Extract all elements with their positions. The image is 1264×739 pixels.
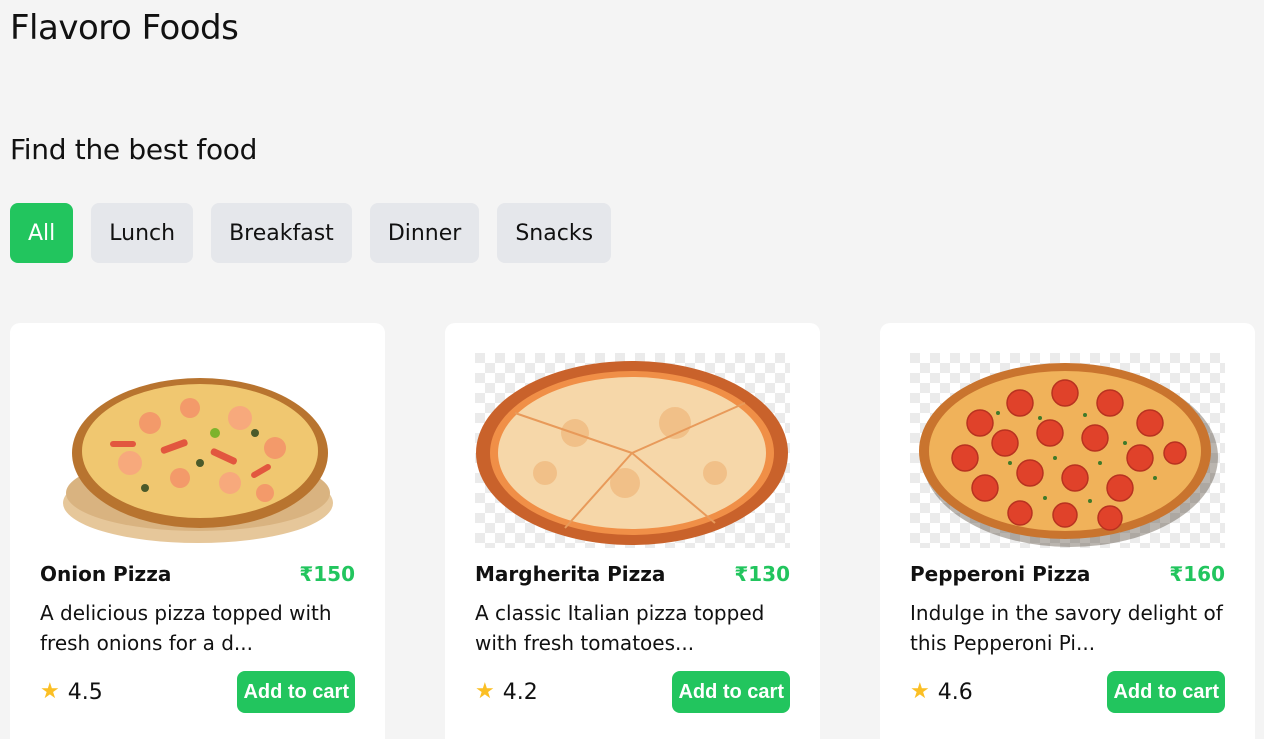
- food-card: Margherita Pizza ₹130 A classic Italian …: [445, 323, 820, 739]
- filter-lunch[interactable]: Lunch: [91, 203, 194, 263]
- food-price: ₹160: [1169, 562, 1225, 586]
- food-card: Pepperoni Pizza ₹160 Indulge in the savo…: [880, 323, 1255, 739]
- filter-dinner[interactable]: Dinner: [369, 203, 480, 263]
- food-price: ₹150: [299, 562, 355, 586]
- food-description: A classic Italian pizza topped with fres…: [475, 601, 765, 655]
- add-to-cart-button[interactable]: Add to cart: [237, 671, 355, 713]
- page: Flavoro Foods Find the best food All Lun…: [0, 0, 1264, 739]
- pepperoni-pizza-image[interactable]: [910, 353, 1225, 548]
- rating-value: 4.6: [937, 679, 973, 705]
- food-card: Onion Pizza ₹150 A delicious pizza toppe…: [10, 323, 385, 739]
- card-footer: ★ 4.5 Add to cart: [40, 671, 355, 713]
- food-description: Indulge in the savory delight of this Pe…: [910, 601, 1223, 655]
- rating-value: 4.5: [67, 679, 103, 705]
- margherita-pizza-image[interactable]: [475, 353, 790, 548]
- onion-pizza-image[interactable]: [40, 353, 355, 548]
- rating: ★ 4.5: [40, 680, 103, 705]
- card-header: Onion Pizza ₹150: [40, 562, 355, 586]
- filter-snacks[interactable]: Snacks: [497, 203, 612, 263]
- card-footer: ★ 4.2 Add to cart: [475, 671, 790, 713]
- food-name: Pepperoni Pizza: [910, 562, 1091, 586]
- filter-all[interactable]: All: [10, 203, 74, 263]
- star-icon: ★: [910, 679, 930, 704]
- food-card-list: Onion Pizza ₹150 A delicious pizza toppe…: [10, 323, 1255, 739]
- food-name: Onion Pizza: [40, 562, 172, 586]
- add-to-cart-button[interactable]: Add to cart: [672, 671, 790, 713]
- card-footer: ★ 4.6 Add to cart: [910, 671, 1225, 713]
- food-description: A delicious pizza topped with fresh onio…: [40, 601, 332, 655]
- food-price: ₹130: [734, 562, 790, 586]
- rating: ★ 4.2: [475, 680, 538, 705]
- card-header: Pepperoni Pizza ₹160: [910, 562, 1225, 586]
- food-name: Margherita Pizza: [475, 562, 666, 586]
- category-filters: All Lunch Breakfast Dinner Snacks: [10, 203, 612, 263]
- card-header: Margherita Pizza ₹130: [475, 562, 790, 586]
- section-heading: Find the best food: [10, 133, 258, 166]
- star-icon: ★: [40, 679, 60, 704]
- filter-breakfast[interactable]: Breakfast: [211, 203, 352, 263]
- add-to-cart-button[interactable]: Add to cart: [1107, 671, 1225, 713]
- rating: ★ 4.6: [910, 680, 973, 705]
- star-icon: ★: [475, 679, 495, 704]
- brand-title: Flavoro Foods: [10, 8, 239, 48]
- rating-value: 4.2: [502, 679, 538, 705]
